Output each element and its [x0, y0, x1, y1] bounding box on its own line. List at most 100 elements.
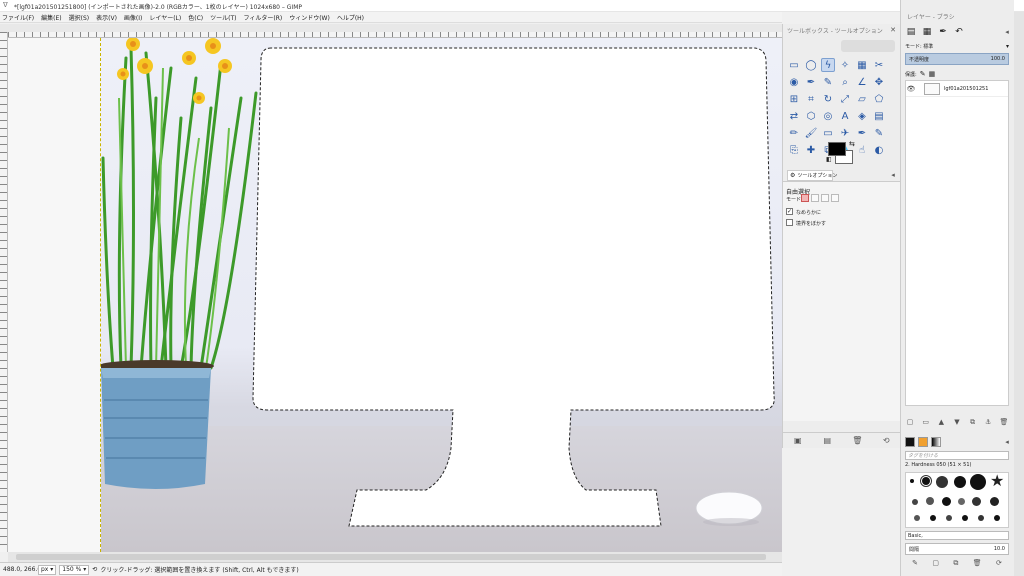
delete-brush-icon[interactable]: 🗑 — [973, 559, 982, 569]
brush-tag-filter[interactable]: タグを付ける — [905, 451, 1009, 460]
brush-item[interactable] — [926, 497, 934, 505]
menu-help[interactable]: ヘルプ(H) — [337, 13, 364, 22]
brush-item[interactable] — [912, 499, 918, 505]
tab-paths[interactable]: ✒ — [937, 26, 949, 38]
color-picker-icon[interactable]: ✎ — [821, 75, 835, 89]
menu-tools[interactable]: ツール(T) — [210, 13, 236, 22]
vertical-ruler[interactable] — [0, 32, 8, 552]
raise-layer-icon[interactable]: ▲ — [936, 418, 946, 426]
tab-tool-options[interactable]: ⚙ ツールオプション — [787, 170, 837, 181]
new-layer-icon[interactable]: ▢ — [905, 418, 915, 426]
measure-icon[interactable]: ∠ — [855, 75, 869, 89]
mode-subtract-button[interactable] — [821, 194, 829, 202]
move-icon[interactable]: ✥ — [872, 75, 886, 89]
brush-item[interactable] — [914, 515, 920, 521]
duplicate-layer-icon[interactable]: ⧉ — [968, 418, 978, 427]
dodge-burn-icon[interactable]: ◐ — [872, 143, 886, 157]
star-brush-icon[interactable]: ★ — [990, 473, 1004, 489]
crop-icon[interactable]: ⌗ — [804, 92, 818, 106]
delete-layer-icon[interactable]: 🗑 — [999, 418, 1009, 426]
image-canvas[interactable] — [8, 38, 782, 552]
layer-row[interactable]: 👁 lgf01a201501251 — [906, 81, 1008, 97]
warp-icon[interactable]: ◎ — [821, 109, 835, 123]
eraser-icon[interactable]: ▭ — [821, 126, 835, 140]
flip-icon[interactable]: ⇄ — [787, 109, 801, 123]
brush-item[interactable] — [990, 497, 999, 506]
tab-menu-icon[interactable]: ◂ — [1003, 438, 1011, 446]
scale-icon[interactable]: ⤢ — [838, 92, 852, 106]
fuzzy-select-icon[interactable]: ✧ — [838, 58, 852, 72]
scroll-thumb[interactable] — [16, 554, 766, 560]
tab-channels[interactable]: ▦ — [921, 26, 933, 38]
dock-scrollbar[interactable] — [1014, 12, 1024, 576]
ellipse-select-icon[interactable]: ◯ — [804, 58, 818, 72]
close-icon[interactable]: ✕ — [889, 26, 897, 34]
gradient-icon[interactable]: ▤ — [872, 109, 886, 123]
layer-list[interactable]: 👁 lgf01a201501251 — [905, 80, 1009, 406]
airbrush-icon[interactable]: ✈ — [838, 126, 852, 140]
zoom-select[interactable]: 150 % ▾ — [59, 564, 90, 575]
opacity-slider[interactable]: 不透明度 100.0 — [905, 53, 1009, 65]
heal-icon[interactable]: ✚ — [804, 143, 818, 157]
layer-name[interactable]: lgf01a201501251 — [944, 86, 988, 92]
brush-item[interactable] — [954, 476, 966, 488]
swap-colors-icon[interactable]: ⇆ — [849, 140, 855, 148]
reset-options-icon[interactable]: ⟲ — [882, 436, 891, 445]
smudge-icon[interactable]: ☝ — [855, 143, 869, 157]
mode-replace-button[interactable] — [801, 194, 809, 202]
zoom-icon[interactable]: ⌕ — [838, 75, 852, 89]
color-select-icon[interactable]: ▦ — [855, 58, 869, 72]
delete-options-icon[interactable]: 🗑 — [852, 436, 862, 445]
tab-menu-icon[interactable]: ◂ — [889, 171, 897, 179]
tab-undo[interactable]: ↶ — [953, 26, 965, 38]
anchor-layer-icon[interactable]: ⚓ — [983, 418, 993, 426]
tab-menu-icon[interactable]: ◂ — [1003, 28, 1011, 36]
refresh-brushes-icon[interactable]: ⟳ — [996, 559, 1002, 569]
lock-pixels-icon[interactable]: ✎ — [920, 70, 926, 78]
tab-gradients[interactable] — [931, 437, 941, 447]
menu-select[interactable]: 選択(S) — [69, 13, 90, 22]
antialias-checkbox[interactable]: ✓ — [786, 208, 793, 215]
foreground-color-swatch[interactable] — [828, 142, 846, 156]
eye-icon[interactable]: 👁 — [906, 85, 916, 93]
horizontal-scrollbar[interactable] — [8, 552, 782, 562]
rotate-icon[interactable]: ↻ — [821, 92, 835, 106]
align-icon[interactable]: ⊞ — [787, 92, 801, 106]
menu-windows[interactable]: ウィンドウ(W) — [289, 13, 330, 22]
ink-icon[interactable]: ✒ — [855, 126, 869, 140]
rect-select-icon[interactable]: ▭ — [787, 58, 801, 72]
mypaint-icon[interactable]: ✎ — [872, 126, 886, 140]
edit-brush-icon[interactable]: ✎ — [912, 559, 918, 569]
shear-icon[interactable]: ▱ — [855, 92, 869, 106]
new-layer-group-icon[interactable]: ▭ — [921, 418, 931, 426]
brush-preset-select[interactable]: Basic, — [905, 531, 1009, 540]
brush-spacing-slider[interactable]: 間隔 10.0 — [905, 543, 1009, 555]
mode-intersect-button[interactable] — [831, 194, 839, 202]
brush-item[interactable] — [958, 498, 965, 505]
lower-layer-icon[interactable]: ▼ — [952, 418, 962, 426]
layer-mode-select[interactable]: モード: 標準 ▾ — [905, 42, 1009, 51]
free-select-icon[interactable]: ϟ — [821, 58, 835, 72]
scissors-icon[interactable]: ✂ — [872, 58, 886, 72]
brush-item[interactable] — [920, 475, 932, 487]
paths-icon[interactable]: ✒ — [804, 75, 818, 89]
brush-item[interactable] — [994, 515, 1000, 521]
brush-item[interactable] — [946, 515, 952, 521]
tab-brushes[interactable] — [905, 437, 915, 447]
perspective-icon[interactable]: ⬠ — [872, 92, 886, 106]
mode-add-button[interactable] — [811, 194, 819, 202]
tab-layers[interactable]: ▤ — [905, 26, 917, 38]
menu-edit[interactable]: 編集(E) — [41, 13, 61, 22]
unit-select[interactable]: px ▾ — [38, 564, 57, 575]
menu-layer[interactable]: レイヤー(L) — [149, 13, 181, 22]
brush-item[interactable] — [930, 515, 936, 521]
brush-item[interactable] — [978, 515, 984, 521]
new-brush-icon[interactable]: ▢ — [932, 559, 939, 569]
foreground-select-icon[interactable]: ◉ — [787, 75, 801, 89]
image-photo[interactable] — [101, 38, 782, 552]
brush-item[interactable] — [962, 515, 968, 521]
menu-view[interactable]: 表示(V) — [96, 13, 117, 22]
lock-alpha-icon[interactable]: ▦ — [929, 70, 936, 78]
pencil-icon[interactable]: ✏ — [787, 126, 801, 140]
brush-item[interactable] — [972, 497, 981, 506]
